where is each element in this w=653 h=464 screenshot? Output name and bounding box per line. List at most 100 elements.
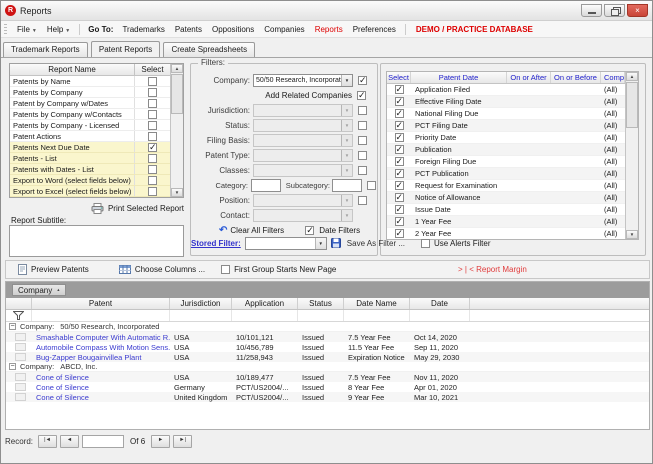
tab-trademark-reports[interactable]: Trademark Reports [3,42,88,57]
minimize-button[interactable] [581,4,602,17]
report-select-checkbox[interactable] [148,121,157,130]
date-select-checkbox[interactable] [395,169,404,178]
application-filter-cell[interactable] [232,310,298,321]
date-select-checkbox[interactable] [395,181,404,190]
menu-reports[interactable]: Reports [310,25,348,34]
date-select-checkbox[interactable] [395,193,404,202]
last-record-button[interactable]: ►| [173,435,192,448]
date-filter-cell[interactable] [410,310,470,321]
report-row[interactable]: Patents by Company [10,87,170,98]
menu-patents[interactable]: Patents [170,25,207,34]
report-select-checkbox[interactable] [148,77,157,86]
result-row[interactable]: Cone of SilenceGermanyPCT/US2004/...Issu… [6,382,649,392]
row-indicator-cell[interactable] [6,382,32,392]
date-grid-scrollbar[interactable]: ▲ ▼ [625,72,638,239]
date-select-checkbox[interactable] [395,157,404,166]
patent-link[interactable]: Smashable Computer With Automatic R... [32,333,170,342]
row-indicator-cell[interactable] [6,372,32,382]
date-select-checkbox[interactable] [395,97,404,106]
row-indicator-cell[interactable] [6,392,32,402]
tab-create-spreadsheets[interactable]: Create Spreadsheets [163,42,255,57]
company-group-button[interactable]: Company ▴ [12,284,66,296]
classes-dropdown[interactable]: ▼ [253,164,353,177]
stored-filter-dropdown[interactable]: ▼ [245,237,327,250]
compl-column-header[interactable]: Compl. [601,72,625,83]
category-input[interactable] [251,179,281,192]
scroll-down-icon[interactable]: ▼ [626,230,638,239]
report-row[interactable]: Patent Actions [10,131,170,142]
jurisdiction-column-header[interactable]: Jurisdiction [170,298,232,309]
result-row[interactable]: Cone of SilenceUSA10/189,477Issued7.5 Ye… [6,372,649,382]
scroll-up-icon[interactable]: ▲ [171,64,183,73]
first-group-checkbox[interactable] [221,265,230,274]
report-row[interactable]: Patent by Company w/Dates [10,98,170,109]
clear-all-filters-button[interactable]: Clear All Filters [230,226,284,235]
report-row[interactable]: Patents Next Due Date [10,142,170,153]
compl-cell[interactable]: (All) [601,145,625,154]
report-select-checkbox[interactable] [148,165,157,174]
report-select-checkbox[interactable] [148,88,157,97]
patent-link[interactable]: Cone of Silence [32,393,170,402]
compl-cell[interactable]: (All) [601,85,625,94]
select-header[interactable]: Select [134,64,170,75]
scroll-up-icon[interactable]: ▲ [626,72,638,81]
jurisdiction-filter-cell[interactable] [170,310,232,321]
report-select-checkbox[interactable] [148,154,157,163]
report-row[interactable]: Export to Excel (select fields below) [10,186,170,197]
position-checkbox[interactable] [358,196,367,205]
scroll-down-icon[interactable]: ▼ [171,188,183,197]
next-record-button[interactable]: ► [151,435,170,448]
report-row[interactable]: Patents by Name [10,76,170,87]
report-row[interactable]: Export to Word (select fields below) [10,175,170,186]
subcategory-input[interactable] [332,179,362,192]
menu-trademarks[interactable]: Trademarks [117,25,169,34]
compl-cell[interactable]: (All) [601,121,625,130]
on-or-before-column-header[interactable]: On or Before [551,72,601,83]
patent-link[interactable]: Bug-Zapper Bougainvillea Plant [32,353,170,362]
patent-column-header[interactable]: Patent [32,298,170,309]
print-selected-report-button[interactable]: Print Selected Report [9,202,184,214]
compl-cell[interactable]: (All) [601,157,625,166]
report-select-checkbox[interactable] [148,132,157,141]
use-alerts-filter-checkbox[interactable] [421,239,430,248]
report-select-checkbox[interactable] [148,143,157,152]
company-filter-checkbox[interactable] [358,76,367,85]
contact-dropdown[interactable]: ▼ [253,209,353,222]
application-column-header[interactable]: Application [232,298,298,309]
stored-filter-link[interactable]: Stored Filter: [191,239,241,248]
patent-link[interactable]: Cone of Silence [32,373,170,382]
previous-record-button[interactable]: ◄ [60,435,79,448]
row-indicator-cell[interactable] [6,342,32,352]
jurisdiction-dropdown[interactable]: ▼ [253,104,353,117]
collapse-icon[interactable]: − [9,323,16,330]
date-select-checkbox[interactable] [395,121,404,130]
close-button[interactable]: × [627,4,648,17]
report-name-header[interactable]: Report Name [10,65,134,74]
compl-cell[interactable]: (All) [601,133,625,142]
filing-basis-dropdown[interactable]: ▼ [253,134,353,147]
preview-patents-button[interactable]: Preview Patents [18,264,89,275]
status-filter-cell[interactable] [298,310,344,321]
compl-cell[interactable]: (All) [601,97,625,106]
menu-companies[interactable]: Companies [259,25,309,34]
select-column-header[interactable]: Select [387,72,411,83]
patent-filter-cell[interactable] [32,310,170,321]
compl-cell[interactable]: (All) [601,193,625,202]
filter-funnel-cell[interactable] [6,310,32,321]
report-select-checkbox[interactable] [148,176,157,185]
menu-preferences[interactable]: Preferences [348,25,401,34]
restore-button[interactable] [604,4,625,17]
date-select-checkbox[interactable] [395,85,404,94]
report-select-checkbox[interactable] [148,110,157,119]
choose-columns-button[interactable]: Choose Columns ... [119,265,205,274]
patent-date-column-header[interactable]: Patent Date [411,72,507,83]
report-row[interactable]: Patents - List [10,153,170,164]
compl-cell[interactable]: (All) [601,169,625,178]
compl-cell[interactable]: (All) [601,229,625,238]
compl-cell[interactable]: (All) [601,109,625,118]
report-row[interactable]: Patents by Company - Licensed [10,120,170,131]
scrollbar-thumb[interactable] [626,82,638,128]
date-filters-checkbox[interactable] [305,226,314,235]
date-column-header[interactable]: Date [410,298,470,309]
status-checkbox[interactable] [358,121,367,130]
